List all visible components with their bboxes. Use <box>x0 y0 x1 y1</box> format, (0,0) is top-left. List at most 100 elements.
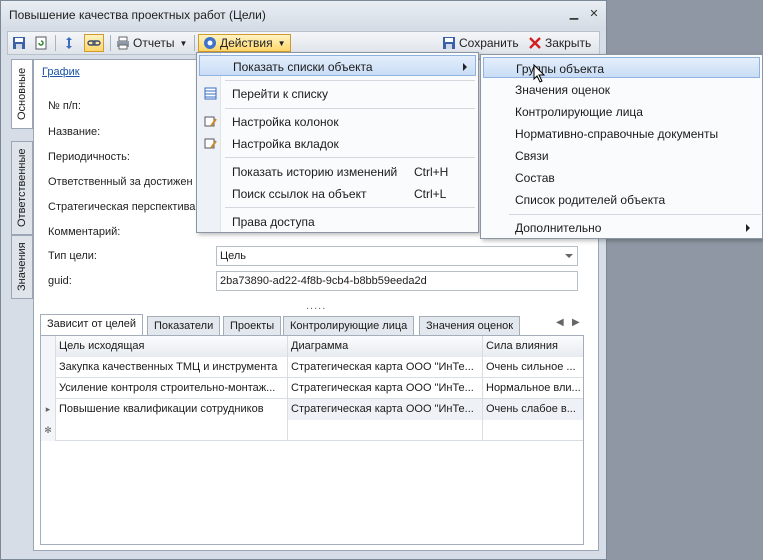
menu-item-access[interactable]: Права доступа <box>199 211 476 232</box>
goal-type-select[interactable]: Цель <box>216 246 578 266</box>
move-button[interactable] <box>62 34 79 52</box>
submenu-item-label: Дополнительно <box>515 221 602 235</box>
tab-evaluation-values[interactable]: Значения оценок <box>419 316 521 335</box>
side-tab-values[interactable]: Значения <box>11 235 33 299</box>
actions-button[interactable]: Действия ▼ <box>198 34 291 52</box>
submenu-item-additional[interactable]: Дополнительно <box>483 217 760 238</box>
reports-label: Отчеты <box>133 36 175 50</box>
comment-label: Комментарий: <box>48 226 121 238</box>
table-row[interactable]: Усиление контроля строительно-монтаж... … <box>41 378 583 399</box>
toolbar-separator <box>194 35 195 51</box>
save-button[interactable]: Сохранить <box>442 34 519 52</box>
guid-field[interactable]: 2ba73890-ad22-4f8b-9cb4-b8bb59eeda2d <box>216 271 578 291</box>
red-x-icon <box>529 37 541 49</box>
side-tab-main[interactable]: Основные <box>11 59 33 129</box>
submenu-item-label: Связи <box>515 149 549 163</box>
perspective-label: Стратегическая перспектива <box>48 201 196 213</box>
tab-prev-icon[interactable]: ◀ <box>556 317 564 328</box>
minimize-button[interactable]: ▁ <box>566 7 582 21</box>
submenu-item-label: Контролирующие лица <box>515 105 643 119</box>
table-row[interactable]: ▸ Повышение квалификации сотрудников Стр… <box>41 399 583 420</box>
cell-diagram: Стратегическая карта ООО "ИнТе... <box>288 399 483 420</box>
cell-goal: Закупка качественных ТМЦ и инструмента <box>56 357 288 378</box>
submenu-item-label: Значения оценок <box>515 83 611 97</box>
toolbar-separator <box>55 35 56 51</box>
menu-separator <box>225 80 475 81</box>
submenu-item-composition[interactable]: Состав <box>483 167 760 188</box>
submenu-arrow-icon <box>746 224 750 232</box>
cell-influence <box>483 420 583 441</box>
menu-item-label: Показать списки объекта <box>233 60 373 74</box>
goal-type-value: Цель <box>220 250 247 262</box>
cell-influence: Очень слабое в... <box>483 399 583 420</box>
menu-item-history[interactable]: Показать историю изменений Ctrl+H <box>199 161 476 182</box>
window-title: Повышение качества проектных работ (Цели… <box>9 8 266 22</box>
submenu-item-links[interactable]: Связи <box>483 145 760 166</box>
reports-button[interactable]: Отчеты ▼ <box>116 34 187 52</box>
actions-label: Действия <box>220 36 273 50</box>
name-label: Название: <box>48 126 101 138</box>
arrows-updown-icon <box>66 37 72 49</box>
menu-item-label: Настройка колонок <box>232 115 339 129</box>
row-indicator <box>41 357 56 378</box>
submenu-arrow-icon <box>463 63 467 71</box>
tab-controllers[interactable]: Контролирующие лица <box>283 316 415 335</box>
side-tab-responsible[interactable]: Ответственные <box>11 141 33 235</box>
submenu-item-controllers[interactable]: Контролирующие лица <box>483 101 760 122</box>
cell-goal <box>56 420 288 441</box>
menu-item-show-lists[interactable]: Показать списки объекта <box>199 55 476 76</box>
submenu-item-parents-list[interactable]: Список родителей объекта <box>483 189 760 210</box>
refresh-button[interactable] <box>34 34 51 52</box>
guid-value: 2ba73890-ad22-4f8b-9cb4-b8bb59eeda2d <box>220 275 427 287</box>
submenu-item-label: Состав <box>515 171 555 185</box>
title-bar: Повышение качества проектных работ (Цели… <box>1 1 606 29</box>
col-header-goal[interactable]: Цель исходящая <box>56 336 288 357</box>
cell-diagram <box>288 420 483 441</box>
menu-item-label: Настройка вкладок <box>232 137 339 151</box>
current-row-icon: ▸ <box>41 399 56 420</box>
link-chain-icon <box>87 40 101 46</box>
submenu-item-evaluation-values[interactable]: Значения оценок <box>483 79 760 100</box>
mouse-cursor-icon <box>533 64 546 83</box>
save-icon-button[interactable] <box>12 34 29 52</box>
close-window-button[interactable]: ✕ <box>586 7 602 21</box>
menu-item-tabs[interactable]: Настройка вкладок <box>199 133 476 154</box>
menu-separator <box>509 214 761 215</box>
menu-item-search-links[interactable]: Поиск ссылок на объект Ctrl+L <box>199 183 476 204</box>
menu-item-shortcut: Ctrl+L <box>414 187 447 201</box>
dropdown-arrow-icon <box>565 254 573 258</box>
table-row[interactable]: Закупка качественных ТМЦ и инструмента С… <box>41 357 583 378</box>
tab-projects[interactable]: Проекты <box>223 316 282 335</box>
submenu-item-label: Группы объекта <box>516 62 605 76</box>
tab-indicators[interactable]: Показатели <box>147 316 221 335</box>
list-grid-icon <box>204 87 217 100</box>
printer-icon <box>117 36 129 50</box>
row-indicator <box>41 378 56 399</box>
chevron-down-icon: ▼ <box>277 38 286 48</box>
submenu-item-object-groups[interactable]: Группы объекта <box>483 57 760 78</box>
columns-edit-icon <box>204 116 217 127</box>
link-button[interactable] <box>84 34 104 52</box>
submenu-item-reference-docs[interactable]: Нормативно-справочные документы <box>483 123 760 144</box>
tab-next-icon[interactable]: ▶ <box>572 317 580 328</box>
col-header-diagram[interactable]: Диаграмма <box>288 336 483 357</box>
dependencies-grid: Цель исходящая Диаграмма Сила влияния За… <box>40 335 584 545</box>
floppy-icon <box>443 37 455 49</box>
menu-separator <box>225 108 475 109</box>
col-header-influence[interactable]: Сила влияния <box>483 336 583 357</box>
chart-link[interactable]: График <box>42 66 80 78</box>
cell-influence: Нормальное вли... <box>486 382 581 394</box>
show-lists-submenu: Группы объекта Значения оценок Контролир… <box>480 54 763 239</box>
new-row[interactable]: ✻ <box>41 420 583 441</box>
menu-item-goto-list[interactable]: Перейти к списку <box>199 83 476 104</box>
number-label: № п/п: <box>48 100 81 112</box>
actions-menu: Показать списки объекта Перейти к списку… <box>196 52 479 233</box>
cell-influence: Очень сильное ... <box>486 361 576 373</box>
periodicity-label: Периодичность: <box>48 151 130 163</box>
menu-separator <box>225 207 475 208</box>
tab-depends-on-goals[interactable]: Зависит от целей <box>40 314 144 335</box>
close-button[interactable]: Закрыть <box>528 34 591 52</box>
splitter-handle[interactable]: ..... <box>306 300 326 312</box>
menu-item-label: Права доступа <box>232 215 315 229</box>
menu-item-columns[interactable]: Настройка колонок <box>199 111 476 132</box>
